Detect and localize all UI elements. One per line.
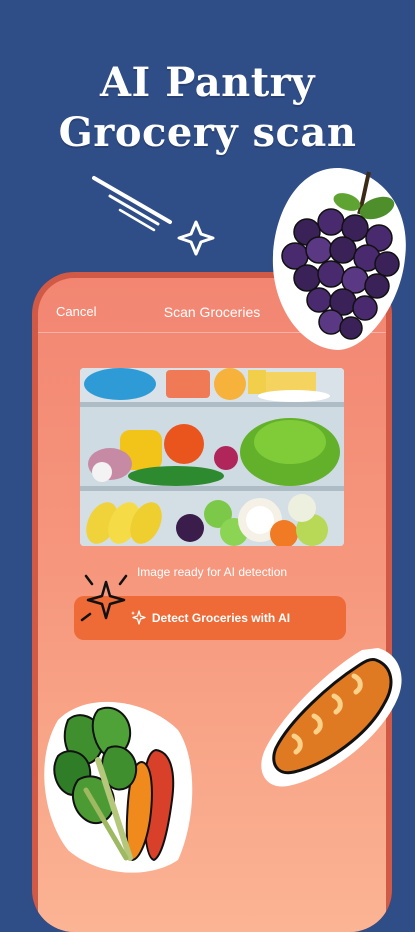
vegetables-sticker (44, 701, 193, 873)
headline-line-1: AI Pantry (100, 59, 315, 106)
star-burst-icon (80, 574, 128, 622)
bread-sticker (261, 648, 402, 787)
detect-button-label: Detect Groceries with AI (151, 611, 291, 625)
fridge-photo (80, 368, 344, 546)
headline-line-2: Grocery scan (58, 109, 357, 156)
swoosh-sparkle-icon (92, 176, 215, 256)
promo-headline: AI Pantry Grocery scan (0, 58, 415, 158)
grapes-sticker (272, 167, 406, 350)
